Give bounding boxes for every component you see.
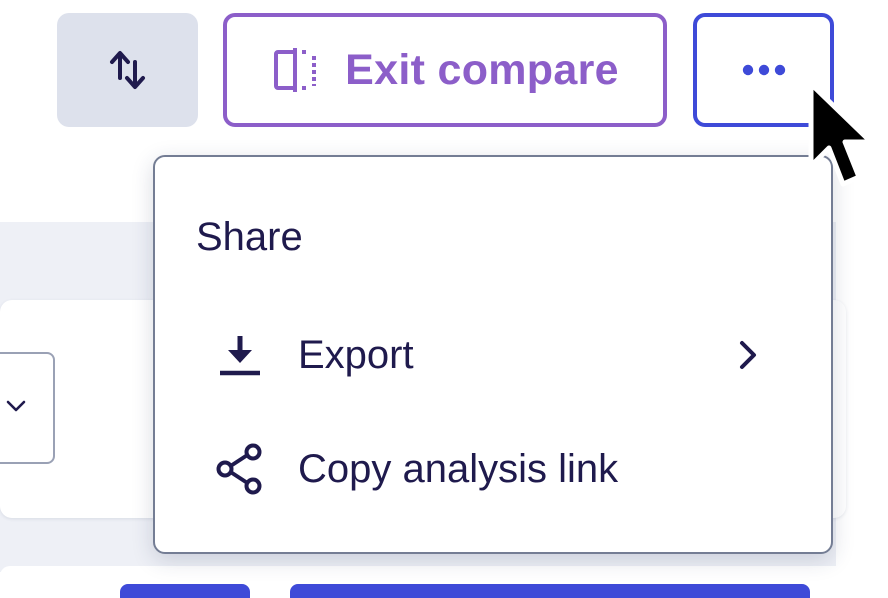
menu-item-copy-analysis-link[interactable]: Copy analysis link — [155, 419, 831, 519]
menu-item-export[interactable]: Export — [155, 305, 831, 405]
share-icon — [213, 442, 267, 496]
menu-item-label: Copy analysis link — [298, 446, 619, 491]
sort-arrows-icon — [109, 51, 145, 89]
more-options-button[interactable] — [693, 13, 834, 127]
background-tab[interactable] — [290, 584, 810, 598]
more-options-menu: Share Export Copy analysis link — [153, 155, 833, 554]
more-horizontal-icon — [742, 64, 785, 76]
background-dropdown[interactable] — [0, 352, 55, 464]
download-icon — [213, 328, 267, 382]
exit-compare-button[interactable]: Exit compare — [223, 13, 667, 127]
background-tab[interactable] — [120, 584, 250, 598]
chevron-down-icon — [6, 400, 26, 412]
exit-compare-label: Exit compare — [345, 45, 619, 94]
sort-button[interactable] — [57, 13, 198, 127]
split-compare-icon — [274, 48, 317, 92]
chevron-right-icon — [733, 335, 763, 375]
menu-section-heading: Share — [196, 215, 303, 259]
menu-item-label: Export — [298, 332, 414, 377]
